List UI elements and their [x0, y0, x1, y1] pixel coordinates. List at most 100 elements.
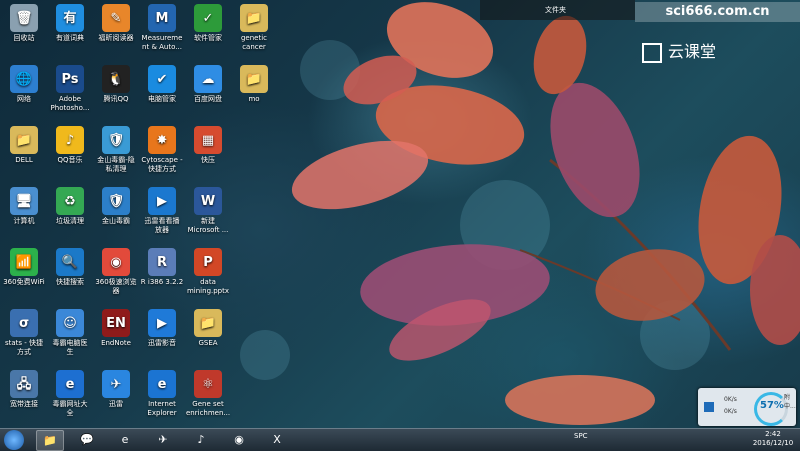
explorer-toolbar-strip: 文件夹	[480, 0, 635, 20]
taskbar-app-thunder[interactable]: ✈	[150, 430, 176, 449]
desktop-icon-label: mo	[248, 95, 260, 103]
app-icon: ✓	[194, 4, 222, 32]
taskbar-app-explorer[interactable]: 📁	[36, 430, 64, 451]
desktop-icon[interactable]: ✓ 软件管家	[186, 4, 230, 43]
desktop-icon-label: 新建 Microsoft ...	[187, 217, 229, 234]
desktop-icon-label: QQ音乐	[57, 156, 83, 164]
desktop-icon[interactable]: ☁ 百度网盘	[186, 65, 230, 104]
network-speed-widget[interactable]: 0K/s 0K/s 57% 附中...	[698, 388, 796, 426]
desktop-icon-label: Adobe Photosho...	[50, 95, 90, 112]
desktop-icon-label: 计算机	[13, 217, 35, 225]
desktop-icon-label: 网络	[17, 95, 31, 103]
desktop-icon-label: genetic cancer	[240, 34, 268, 51]
desktop-icon[interactable]: ♪ QQ音乐	[48, 126, 92, 165]
app-icon: M	[148, 4, 176, 32]
desktop-icon[interactable]: Ps Adobe Photosho...	[48, 65, 92, 113]
app-icon: ▶	[148, 309, 176, 337]
app-icon: 🖥	[10, 187, 38, 215]
desktop-icon-label: 有道词典	[56, 34, 84, 42]
desktop-icon-label: data mining.pptx	[186, 278, 230, 295]
clock-date: 2016/12/10	[752, 439, 794, 447]
app-icon: 🔍	[56, 248, 84, 276]
desktop-icon[interactable]: ✎ 福昕阅读器	[94, 4, 138, 43]
desktop-icon-label: 垃圾清理	[56, 217, 84, 225]
app-icon: Ps	[56, 65, 84, 93]
app-icon: ◉	[102, 248, 130, 276]
desktop-icon-label: stats - 快捷 方式	[4, 339, 44, 356]
app-icon: 📁	[10, 126, 38, 154]
taskbar-app-ie[interactable]: e	[112, 430, 138, 449]
desktop-icon[interactable]: 🛡 金山毒霸	[94, 187, 138, 226]
desktop-icon[interactable]: e Internet Explorer	[140, 370, 184, 418]
app-icon: R	[148, 248, 176, 276]
clock[interactable]: 2:42 2016/12/10	[748, 430, 798, 448]
taskbar-app-excel[interactable]: X	[264, 430, 290, 449]
desktop-icon[interactable]: ✸ Cytoscape - 快捷方式	[140, 126, 184, 174]
desktop-icon[interactable]: 有有道词典	[48, 4, 92, 43]
desktop-icon[interactable]: ▦ 快压	[186, 126, 230, 165]
app-icon: 📁	[240, 65, 268, 93]
desktop-icon[interactable]: ☺ 毒霸电脑医 生	[48, 309, 92, 357]
desktop-icon[interactable]: Pdata mining.pptx	[186, 248, 230, 296]
desktop-icon[interactable]: 📁 GSEA	[186, 309, 230, 348]
desktop-icon[interactable]: W 新建 Microsoft ...	[186, 187, 230, 235]
app-icon: ✎	[102, 4, 130, 32]
system-tray[interactable]: SPC	[574, 432, 588, 440]
app-icon: 🌐	[10, 65, 38, 93]
desktop-icon[interactable]: 🖥 计算机	[2, 187, 46, 226]
desktop-icon[interactable]: 📶 360免费WiFi	[2, 248, 46, 287]
desktop-icon[interactable]: 📁 genetic cancer	[232, 4, 276, 52]
start-button[interactable]	[4, 430, 24, 450]
app-icon: W	[194, 187, 222, 215]
desktop-icon[interactable]: ♻ 垃圾清理	[48, 187, 92, 226]
desktop-icon-label: GSEA	[198, 339, 218, 347]
desktop-icon[interactable]: 🛡 金山毒霸-隐 私清理	[94, 126, 138, 174]
desktop-icon[interactable]: M Measureme nt & Auto...	[140, 4, 184, 52]
app-icon: ⚛	[194, 370, 222, 398]
app-icon: 🛡	[102, 187, 130, 215]
desktop-icon-label: 电脑管家	[148, 95, 176, 103]
app-icon: P	[194, 248, 222, 276]
desktop-icon[interactable]: ▶ 迅雷影音	[140, 309, 184, 348]
desktop-icon[interactable]: 🌐 网络	[2, 65, 46, 104]
brand-logo-icon	[642, 42, 662, 63]
desktop-icon-label: DELL	[15, 156, 33, 164]
desktop-icon-label: 金山毒霸	[102, 217, 130, 225]
app-icon: 🖧	[10, 370, 38, 398]
desktop-icon-label: R i386 3.2.2	[140, 278, 184, 286]
desktop-icon[interactable]: ⚛ Gene set enrichmen...	[186, 370, 230, 418]
desktop-icon[interactable]: 📁 mo	[232, 65, 276, 104]
app-icon: EN	[102, 309, 130, 337]
desktop-icon[interactable]: EN EndNote	[94, 309, 138, 348]
app-icon: ✸	[148, 126, 176, 154]
app-icon: 📶	[10, 248, 38, 276]
pause-icon[interactable]	[704, 402, 714, 412]
taskbar-app-chrome[interactable]: ◉	[226, 430, 252, 449]
desktop-icon[interactable]: ▶ 迅雷看看播 放器	[140, 187, 184, 235]
desktop-icon[interactable]: R R i386 3.2.2	[140, 248, 184, 287]
desktop-icon[interactable]: ✈ 迅雷	[94, 370, 138, 409]
app-icon: ✔	[148, 65, 176, 93]
taskbar-app-qqmusic[interactable]: ♪	[188, 430, 214, 449]
app-icon: 有	[56, 4, 84, 32]
folder-label: 文件夹	[545, 6, 566, 14]
desktop-icon[interactable]: 🖧 宽带连接	[2, 370, 46, 409]
desktop-icon-label: EndNote	[101, 339, 131, 347]
app-icon: 📁	[240, 4, 268, 32]
desktop-icon[interactable]: 🐧 腾讯QQ	[94, 65, 138, 104]
desktop-icon[interactable]: e 毒霸网址大 全	[48, 370, 92, 418]
desktop-icon[interactable]: ◉ 360极速浏览 器	[94, 248, 138, 296]
desktop-icon-label: 360极速浏览 器	[95, 278, 137, 295]
watermark-site: sci666.com.cn	[635, 2, 800, 22]
clock-time: 2:42	[765, 430, 781, 438]
desktop-icon[interactable]: 📁 DELL	[2, 126, 46, 165]
desktop-icon-label: 福昕阅读器	[98, 34, 134, 42]
desktop-icon-label: 腾讯QQ	[103, 95, 129, 103]
desktop-icon[interactable]: 🗑 回收站	[2, 4, 46, 43]
app-icon: e	[56, 370, 84, 398]
desktop-icon[interactable]: σ stats - 快捷 方式	[2, 309, 46, 357]
desktop-icon[interactable]: 🔍 快捷搜索	[48, 248, 92, 287]
desktop-icon[interactable]: ✔ 电脑管家	[140, 65, 184, 104]
desktop-icon-label: Cytoscape - 快捷方式	[141, 156, 183, 173]
taskbar-app-wechat[interactable]: 💬	[74, 430, 100, 449]
